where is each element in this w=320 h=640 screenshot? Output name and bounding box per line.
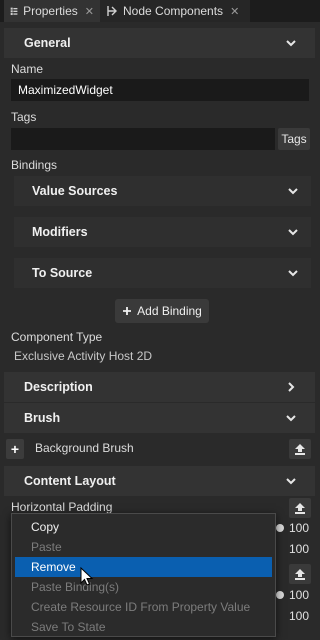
padding-value[interactable]: 100 bbox=[289, 588, 309, 602]
upload-button[interactable] bbox=[289, 498, 311, 518]
tags-button[interactable]: Tags bbox=[278, 128, 310, 150]
mouse-cursor-icon bbox=[80, 567, 94, 586]
section-description[interactable]: Description bbox=[4, 372, 315, 402]
chevron-down-icon bbox=[288, 270, 298, 277]
node-components-icon bbox=[107, 6, 117, 16]
section-content-layout[interactable]: Content Layout bbox=[4, 466, 315, 496]
add-brush-button[interactable]: + bbox=[6, 439, 24, 459]
to-source-label: To Source bbox=[32, 266, 93, 280]
name-field[interactable]: MaximizedWidget bbox=[11, 79, 309, 101]
chevron-down-icon bbox=[288, 188, 298, 195]
name-label: Name bbox=[11, 62, 44, 76]
tab-node-components-label: Node Components bbox=[123, 4, 224, 18]
close-icon[interactable]: ✕ bbox=[85, 5, 94, 18]
section-brush-label: Brush bbox=[24, 411, 61, 425]
section-value-sources[interactable]: Value Sources bbox=[14, 176, 311, 206]
slider-handle[interactable] bbox=[276, 524, 284, 532]
padding-value[interactable]: 100 bbox=[289, 521, 309, 535]
upload-button[interactable] bbox=[289, 564, 311, 584]
properties-icon bbox=[10, 7, 18, 16]
menu-item-copy[interactable]: Copy bbox=[15, 517, 272, 537]
chevron-down-icon bbox=[286, 415, 296, 422]
section-brush[interactable]: Brush bbox=[4, 403, 315, 433]
upload-icon bbox=[295, 569, 305, 580]
chevron-down-icon bbox=[286, 478, 296, 485]
add-binding-label: Add Binding bbox=[137, 304, 202, 318]
section-description-label: Description bbox=[24, 380, 93, 394]
context-menu: Copy Paste Remove Paste Binding(s) Creat… bbox=[11, 513, 276, 637]
tab-properties-label: Properties bbox=[23, 4, 78, 18]
component-type-label: Component Type bbox=[11, 330, 103, 344]
plus-icon bbox=[123, 307, 132, 315]
section-general[interactable]: General bbox=[4, 28, 315, 58]
tags-label: Tags bbox=[11, 110, 37, 124]
section-modifiers[interactable]: Modifiers bbox=[14, 217, 311, 247]
close-icon[interactable]: ✕ bbox=[230, 5, 239, 18]
value-sources-label: Value Sources bbox=[32, 184, 118, 198]
padding-value[interactable]: 100 bbox=[289, 542, 309, 556]
tab-node-components[interactable]: Node Components ✕ bbox=[100, 0, 250, 22]
tab-properties[interactable]: Properties ✕ bbox=[4, 0, 100, 22]
bindings-label: Bindings bbox=[11, 158, 58, 172]
horizontal-padding-label: Horizontal Padding bbox=[11, 500, 113, 514]
chevron-down-icon bbox=[288, 229, 298, 236]
menu-item-remove[interactable]: Remove bbox=[15, 557, 272, 577]
background-brush-label: Background Brush bbox=[35, 441, 134, 455]
menu-item-paste[interactable]: Paste bbox=[15, 537, 272, 557]
upload-button[interactable] bbox=[289, 439, 311, 459]
chevron-right-icon bbox=[288, 382, 295, 392]
section-to-source[interactable]: To Source bbox=[14, 258, 311, 288]
menu-item-create-resource-id[interactable]: Create Resource ID From Property Value bbox=[15, 597, 272, 617]
padding-value[interactable]: 100 bbox=[289, 609, 309, 623]
slider-handle[interactable] bbox=[276, 591, 284, 599]
add-binding-button[interactable]: Add Binding bbox=[115, 299, 209, 323]
tags-field[interactable] bbox=[11, 128, 275, 150]
upload-icon bbox=[295, 503, 305, 514]
upload-icon bbox=[295, 444, 305, 455]
chevron-down-icon bbox=[286, 40, 296, 47]
section-content-layout-label: Content Layout bbox=[24, 474, 116, 488]
modifiers-label: Modifiers bbox=[32, 225, 88, 239]
menu-item-paste-bindings[interactable]: Paste Binding(s) bbox=[15, 577, 272, 597]
section-general-label: General bbox=[24, 36, 71, 50]
component-type-value: Exclusive Activity Host 2D bbox=[14, 349, 153, 363]
menu-item-save-to-state[interactable]: Save To State bbox=[15, 617, 272, 637]
